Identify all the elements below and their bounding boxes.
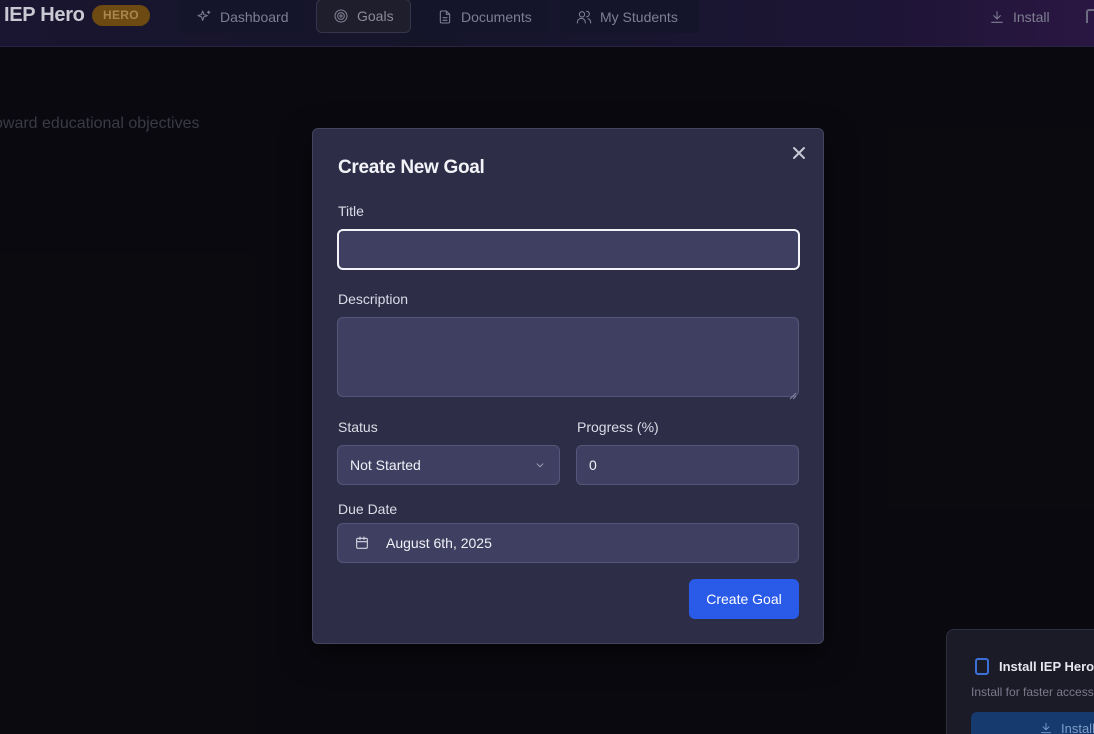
- nav-my-students-label: My Students: [600, 8, 678, 25]
- download-icon: [1040, 722, 1052, 734]
- resize-handle-icon[interactable]: [789, 387, 797, 400]
- sparkles-icon: [197, 9, 211, 21]
- progress-label: Progress (%): [577, 419, 659, 435]
- install-prompt-button[interactable]: Install: [971, 712, 1094, 734]
- nav-goals[interactable]: Goals: [316, 0, 411, 33]
- chevron-down-icon: [536, 463, 544, 468]
- brand-logo[interactable]: IEP Hero: [4, 4, 85, 27]
- install-prompt-title: Install IEP Hero: [999, 659, 1094, 674]
- calendar-icon: [356, 536, 368, 549]
- progress-input[interactable]: [576, 445, 799, 485]
- install-prompt-subtitle: Install for faster access: [971, 685, 1094, 699]
- nav-documents-label: Documents: [461, 8, 532, 25]
- status-label: Status: [338, 419, 378, 435]
- create-goal-button[interactable]: Create Goal: [689, 579, 799, 619]
- title-input[interactable]: [337, 229, 800, 270]
- title-label: Title: [338, 203, 364, 219]
- close-icon: [793, 147, 805, 159]
- description-label: Description: [338, 291, 409, 307]
- download-icon: [991, 10, 1003, 23]
- status-selected-value: Not Started: [350, 457, 421, 473]
- document-icon: [439, 9, 451, 24]
- nav-install-label: Install: [1013, 8, 1050, 25]
- target-icon: [334, 9, 348, 23]
- smartphone-icon: [975, 658, 989, 675]
- create-goal-dialog: Create New Goal Title Description Status…: [312, 128, 824, 644]
- nav-documents[interactable]: Documents: [421, 0, 548, 33]
- nav-goals-label: Goals: [357, 8, 394, 24]
- nav-my-students[interactable]: My Students: [560, 0, 699, 33]
- brand-badge: HERO: [92, 5, 150, 26]
- due-date-picker[interactable]: August 6th, 2025: [337, 523, 799, 563]
- install-prompt-button-label: Install: [1061, 720, 1094, 734]
- install-prompt: Install IEP Hero Install for faster acce…: [946, 629, 1094, 734]
- nav-dashboard[interactable]: Dashboard: [180, 0, 305, 33]
- due-date-value: August 6th, 2025: [386, 535, 492, 551]
- due-date-label: Due Date: [338, 501, 398, 517]
- users-icon: [576, 10, 592, 24]
- close-button[interactable]: [790, 144, 808, 162]
- bell-icon[interactable]: [1086, 9, 1094, 23]
- app-root: IEP Hero HERO Dashboard Goals Documents …: [0, 0, 1094, 734]
- nav-install-button[interactable]: Install: [973, 0, 1066, 33]
- dialog-title: Create New Goal: [338, 157, 485, 178]
- description-textarea[interactable]: [337, 317, 799, 397]
- nav-dashboard-label: Dashboard: [220, 8, 289, 25]
- status-select[interactable]: Not Started: [337, 445, 560, 485]
- top-navigation-bar: IEP Hero HERO Dashboard Goals Documents …: [0, 0, 1094, 47]
